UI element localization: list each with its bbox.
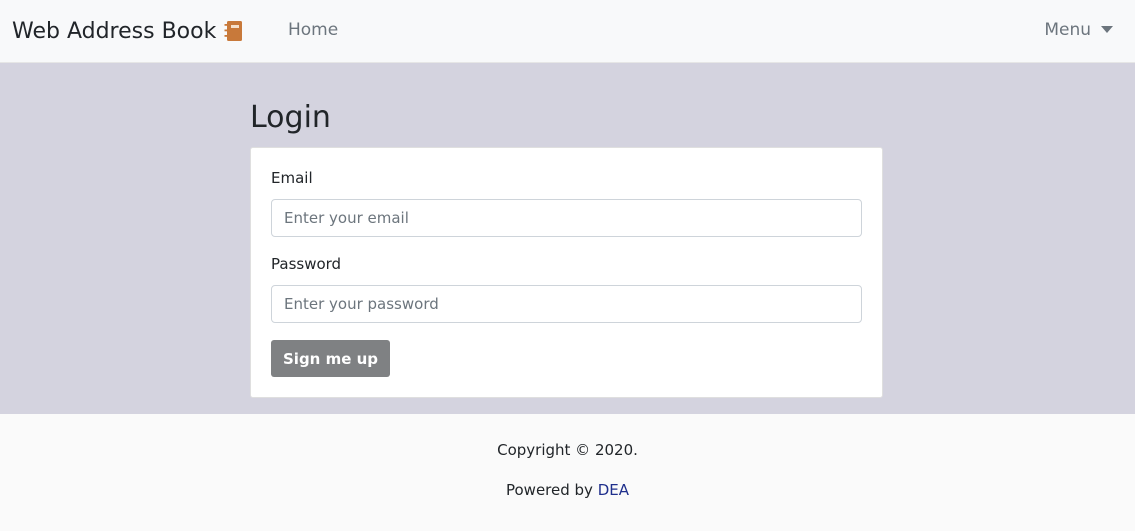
address-book-icon <box>224 20 243 42</box>
menu-dropdown-toggle[interactable]: Menu <box>1044 20 1113 40</box>
sign-up-button[interactable]: Sign me up <box>271 340 391 377</box>
copyright-text: Copyright © 2020. <box>497 441 638 459</box>
navbar: Web Address Book Home Menu <box>0 0 1135 63</box>
dea-link[interactable]: DEA <box>598 481 629 499</box>
password-input[interactable] <box>271 285 862 323</box>
main-content: Login Email Password Sign me up <box>0 63 1135 414</box>
email-input[interactable] <box>271 199 862 237</box>
email-label: Email <box>271 169 313 187</box>
password-label: Password <box>271 255 342 273</box>
powered-by-prefix: Powered by <box>505 481 593 499</box>
caret-down-icon <box>1101 25 1113 33</box>
powered-by: Powered by DEA <box>0 481 1135 499</box>
menu-label: Menu <box>1044 20 1091 40</box>
page-title: Login <box>250 100 331 135</box>
login-form: Email Password Sign me up <box>250 147 883 398</box>
footer: Copyright © 2020. Powered by DEA <box>0 414 1135 531</box>
brand-link[interactable]: Web Address Book <box>12 15 243 47</box>
brand-title: Web Address Book <box>12 18 217 44</box>
nav-home-link[interactable]: Home <box>288 20 338 40</box>
